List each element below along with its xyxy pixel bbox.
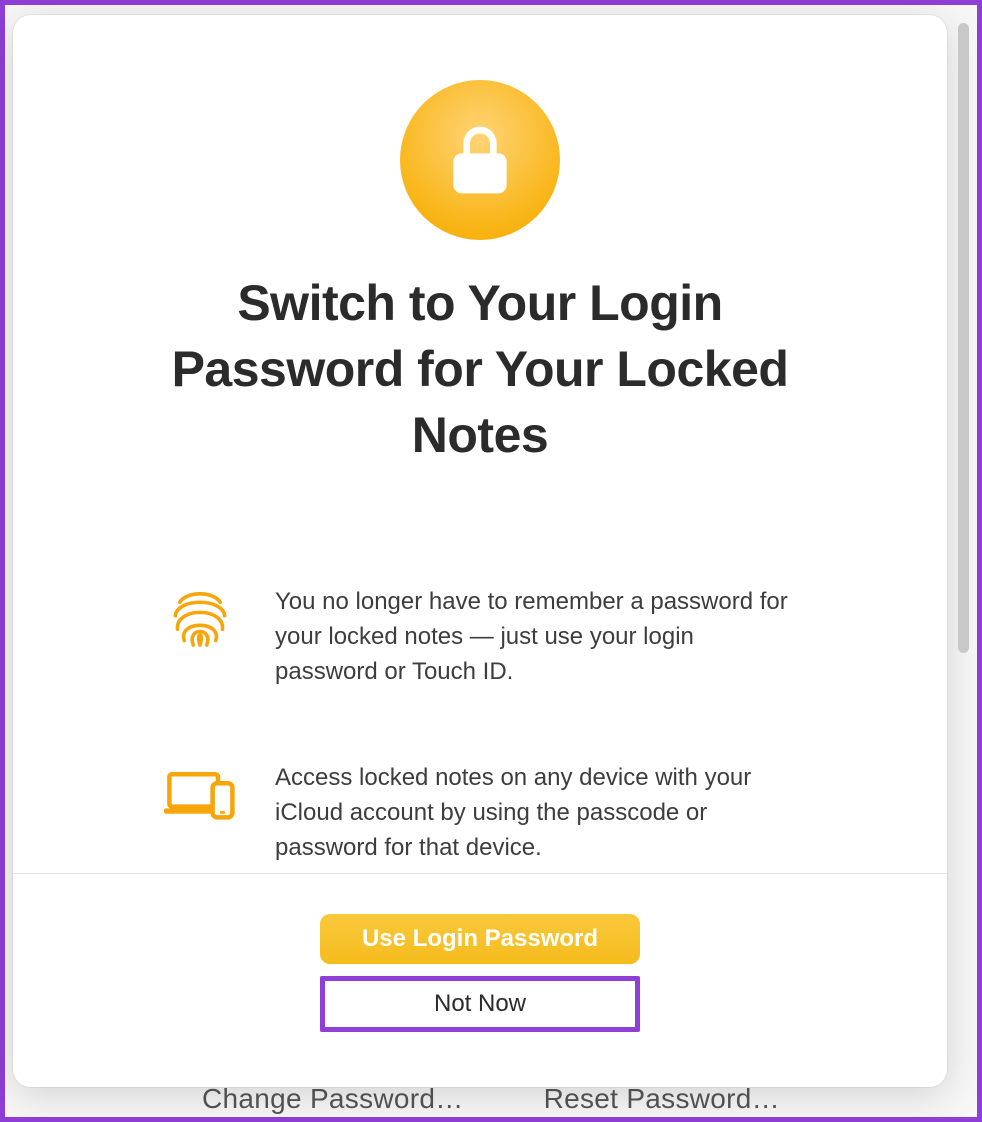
background-buttons-row: Change Password… Reset Password… [5,1083,977,1115]
fingerprint-icon [160,583,240,653]
not-now-highlight: Not Now [320,976,640,1032]
devices-icon [160,759,240,829]
feature-list: You no longer have to remember a passwor… [160,583,800,866]
lock-icon [400,80,560,240]
dialog-title: Switch to Your Login Password for Your L… [140,270,820,468]
dialog-content: Switch to Your Login Password for Your L… [13,15,947,874]
not-now-button[interactable]: Not Now [325,981,635,1027]
feature-text: You no longer have to remember a passwor… [275,583,800,689]
feature-item: Access locked notes on any device with y… [160,759,800,865]
bg-change-password-button[interactable]: Change Password… [202,1083,464,1115]
annotated-frame: Change Password… Reset Password… Switch … [0,0,982,1122]
feature-text: Access locked notes on any device with y… [275,759,800,865]
dialog-actions: Use Login Password Not Now [13,874,947,1087]
scrollbar[interactable] [958,23,969,653]
use-login-password-button[interactable]: Use Login Password [320,914,640,964]
bg-reset-password-button[interactable]: Reset Password… [544,1083,780,1115]
feature-item: You no longer have to remember a passwor… [160,583,800,689]
dialog-sheet: Switch to Your Login Password for Your L… [13,15,947,1087]
